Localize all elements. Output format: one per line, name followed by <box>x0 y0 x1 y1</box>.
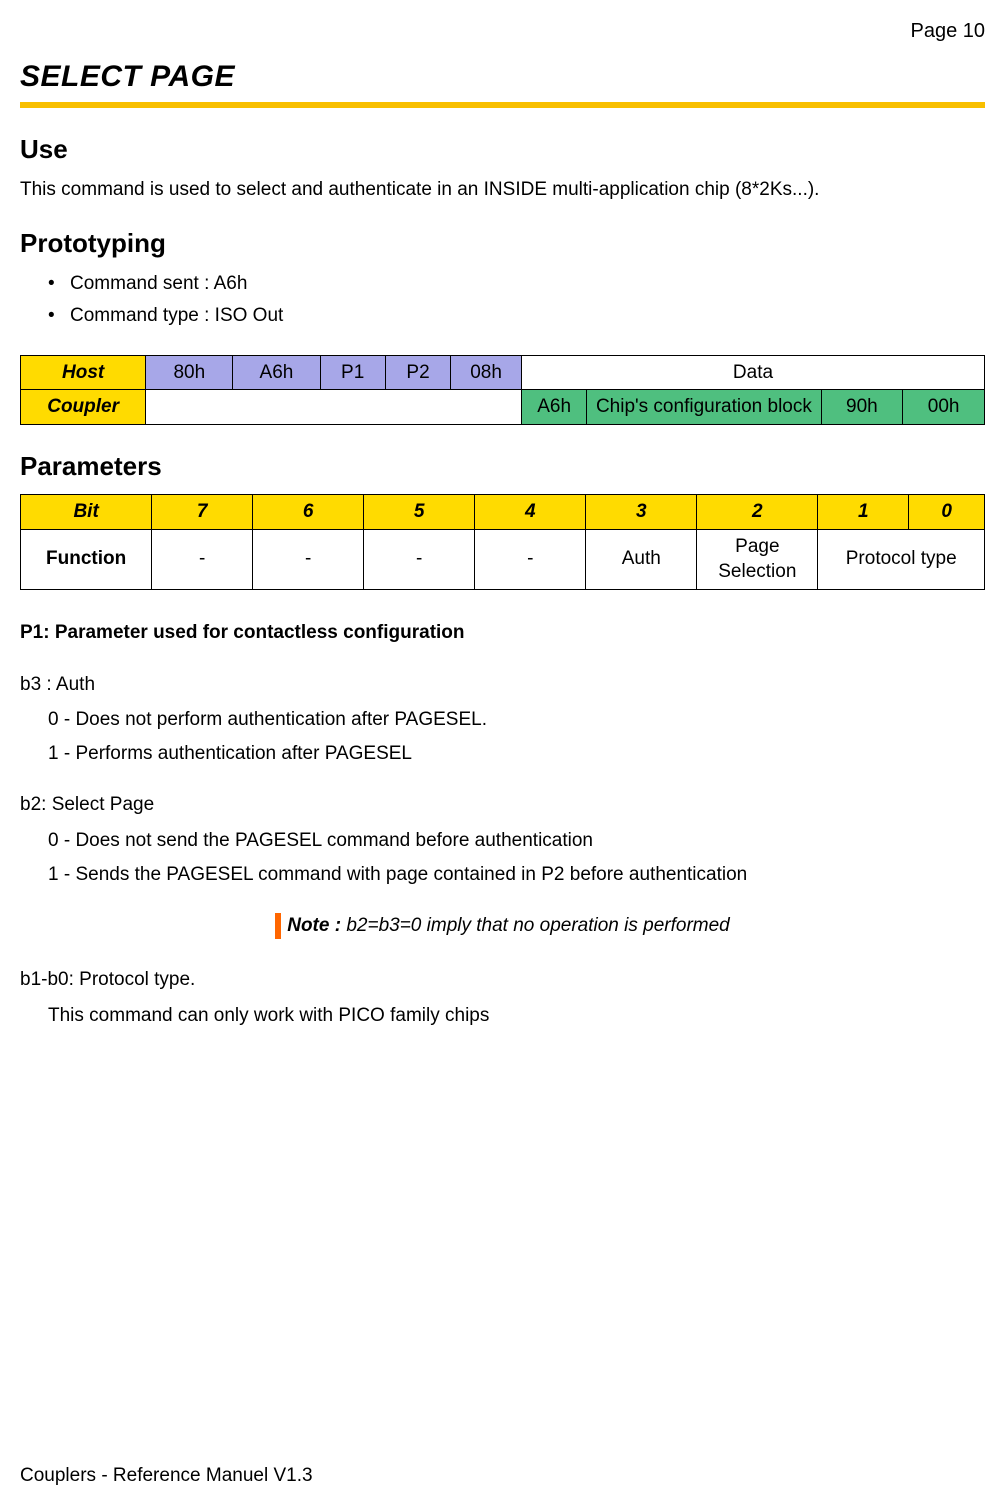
note-label: Note : <box>287 915 341 936</box>
param-header: 0 <box>909 494 985 529</box>
hc-cell: 80h <box>146 355 233 390</box>
parameters-heading: Parameters <box>20 449 985 484</box>
use-text: This command is used to select and authe… <box>20 177 985 203</box>
hc-cell: 00h <box>903 390 985 425</box>
note-text: b2=b3=0 imply that no operation is perfo… <box>341 915 730 936</box>
hc-cell: P2 <box>385 355 450 390</box>
b1b0-block: b1-b0: Protocol type. This command can o… <box>20 967 985 1028</box>
b3-lead: b3 : Auth <box>20 672 985 698</box>
use-heading: Use <box>20 132 985 167</box>
param-cell: - <box>475 529 586 589</box>
param-cell: Page Selection <box>697 529 818 589</box>
host-coupler-table: Host 80h A6h P1 P2 08h Data Coupler A6h … <box>20 355 985 425</box>
b2-opt1: 1 - Sends the PAGESEL command with page … <box>48 862 985 888</box>
b2-block: b2: Select Page 0 - Does not send the PA… <box>20 792 985 887</box>
param-header: 1 <box>818 494 909 529</box>
param-cell: - <box>152 529 253 589</box>
list-item: Command type : ISO Out <box>48 303 985 329</box>
note-box: Note : b2=b3=0 imply that no operation i… <box>275 913 730 939</box>
p1-subhead: P1: Parameter used for contactless confi… <box>20 620 985 646</box>
hc-coupler-label: Coupler <box>21 390 146 425</box>
title-underline <box>20 102 985 108</box>
list-item: Command sent : A6h <box>48 271 985 297</box>
prototyping-list: Command sent : A6h Command type : ISO Ou… <box>20 271 985 328</box>
param-header: 7 <box>152 494 253 529</box>
param-header: 4 <box>475 494 586 529</box>
hc-cell: A6h <box>521 390 586 425</box>
hc-host-label: Host <box>21 355 146 390</box>
page-number: Page 10 <box>20 18 985 45</box>
hc-cell: 08h <box>451 355 522 390</box>
b3-opt1: 1 - Performs authentication after PAGESE… <box>48 741 985 767</box>
param-header: Bit <box>21 494 152 529</box>
b1b0-lead: b1-b0: Protocol type. <box>20 967 985 993</box>
b2-opt0: 0 - Does not send the PAGESEL command be… <box>48 828 985 854</box>
prototyping-heading: Prototyping <box>20 226 985 261</box>
param-cell: Auth <box>586 529 697 589</box>
b1b0-text: This command can only work with PICO fam… <box>48 1003 985 1029</box>
param-header: 6 <box>253 494 364 529</box>
param-cell: - <box>364 529 475 589</box>
hc-data-label: Data <box>521 355 984 390</box>
param-header: 5 <box>364 494 475 529</box>
b2-lead: b2: Select Page <box>20 792 985 818</box>
parameters-table: Bit 7 6 5 4 3 2 1 0 Function - - - - Aut… <box>20 494 985 590</box>
hc-empty <box>146 390 522 425</box>
hc-cell: Chip's configuration block <box>587 390 821 425</box>
page-title: SELECT PAGE <box>20 57 985 98</box>
hc-cell: 90h <box>821 390 903 425</box>
param-header: 3 <box>586 494 697 529</box>
footer-text: Couplers - Reference Manuel V1.3 <box>20 1463 313 1489</box>
param-cell: Protocol type <box>818 529 985 589</box>
param-cell: - <box>253 529 364 589</box>
hc-cell: A6h <box>233 355 320 390</box>
hc-cell: P1 <box>320 355 385 390</box>
param-header: 2 <box>697 494 818 529</box>
param-row-label: Function <box>21 529 152 589</box>
b3-block: b3 : Auth 0 - Does not perform authentic… <box>20 672 985 767</box>
b3-opt0: 0 - Does not perform authentication afte… <box>48 707 985 733</box>
